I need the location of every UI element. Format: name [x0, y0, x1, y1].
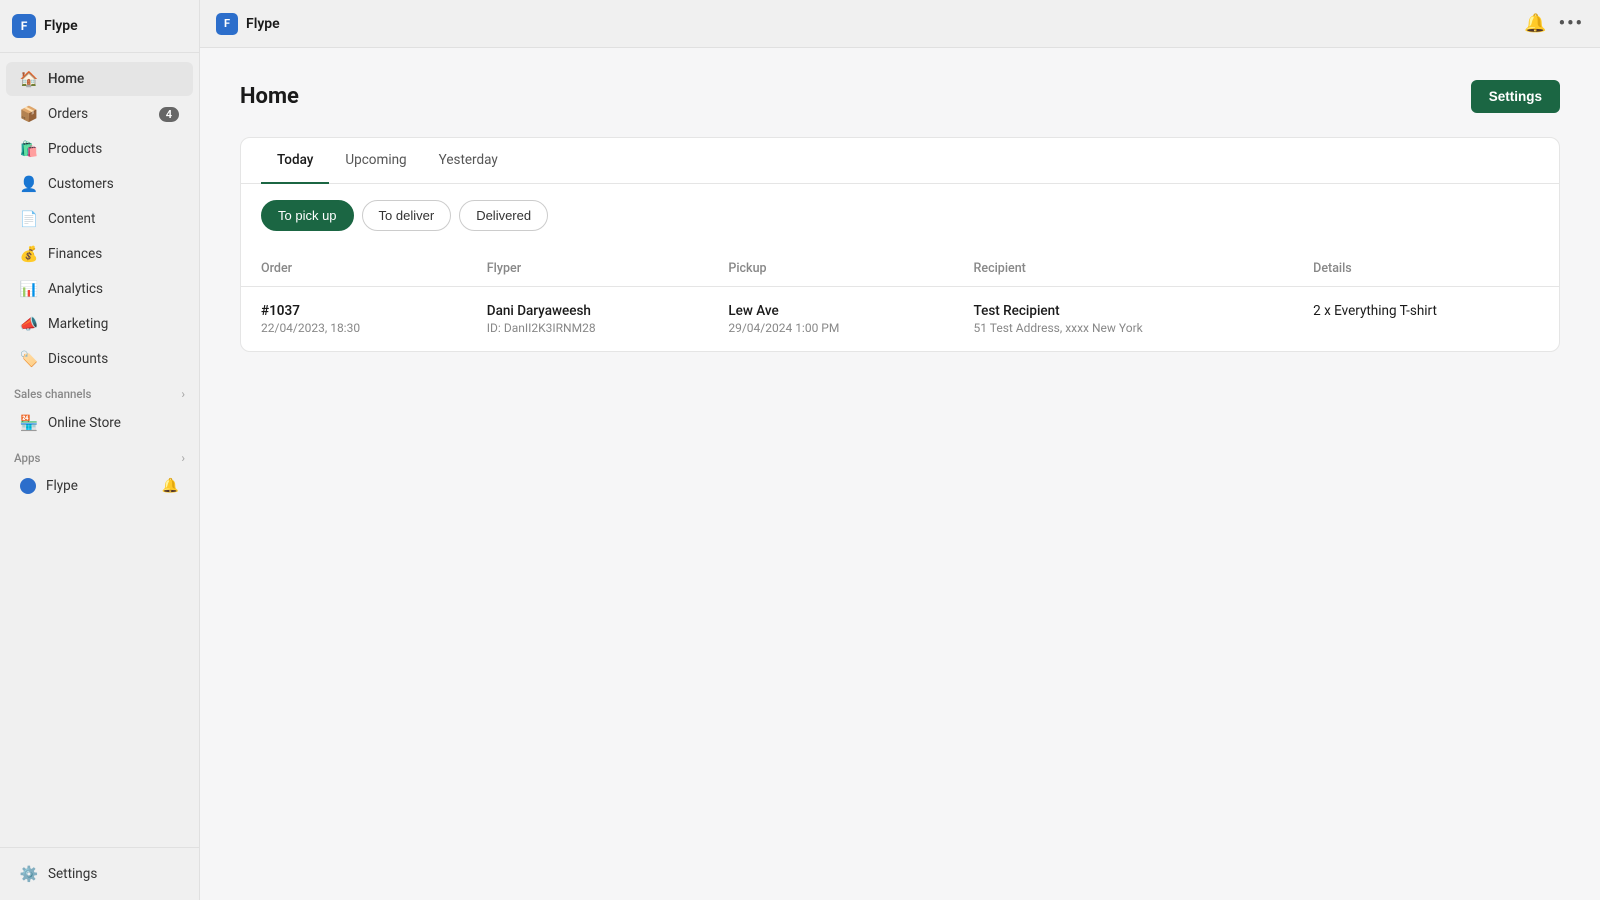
bell-icon[interactable]: 🔔: [1524, 13, 1546, 34]
page-header: Home Settings: [240, 80, 1560, 113]
sidebar-item-label: Home: [48, 71, 84, 87]
pickup-cell: Lew Ave 29/04/2024 1:00 PM: [708, 287, 953, 352]
sidebar-item-online-store[interactable]: 🏪 Online Store: [6, 406, 193, 440]
sidebar-item-label: Online Store: [48, 415, 121, 431]
sidebar-item-label: Discounts: [48, 351, 108, 367]
more-options-icon[interactable]: •••: [1559, 13, 1584, 34]
tab-yesterday[interactable]: Yesterday: [423, 138, 514, 184]
table-row: #1037 22/04/2023, 18:30 Dani Daryaweesh …: [241, 287, 1559, 352]
filter-to-pick-up[interactable]: To pick up: [261, 200, 354, 231]
filter-bar: To pick up To deliverDelivered: [241, 184, 1559, 247]
sidebar-app-icon: F: [12, 14, 36, 38]
sidebar-item-label: Analytics: [48, 281, 103, 297]
topbar: F Flype 🔔 •••: [200, 0, 1600, 48]
col-header-order: Order: [241, 251, 467, 287]
sidebar-item-label: Orders: [48, 106, 88, 122]
sidebar-app-name: Flype: [44, 18, 78, 34]
order-number: #1037: [261, 303, 447, 319]
page-title: Home: [240, 84, 299, 109]
recipient-cell: Test Recipient 51 Test Address, xxxx New…: [954, 287, 1294, 352]
topbar-right: 🔔 •••: [1524, 13, 1584, 34]
apps-section-label: Apps ›: [0, 441, 199, 469]
sidebar-item-flype[interactable]: Flype 🔔: [6, 470, 193, 502]
tab-today[interactable]: Today: [261, 138, 329, 184]
orders-icon: 📦: [20, 105, 38, 123]
sidebar-item-label: Marketing: [48, 316, 108, 332]
topbar-left: F Flype: [216, 13, 280, 35]
main-card: TodayUpcomingYesterday To pick up To deli…: [240, 137, 1560, 352]
sidebar-nav: 🏠 Home 📦 Orders 4 🛍️ Products 👤 Customer…: [0, 53, 199, 847]
topbar-app-name: Flype: [246, 16, 280, 32]
order-cell: #1037 22/04/2023, 18:30: [241, 287, 467, 352]
pickup-location: Lew Ave: [728, 303, 933, 319]
orders-table: OrderFlyperPickupRecipientDetails #1037 …: [241, 251, 1559, 351]
sidebar-item-label: Settings: [48, 866, 97, 882]
chevron-icon: ›: [181, 387, 185, 401]
flype-dot-icon: [20, 478, 36, 494]
sidebar-bottom: ⚙️ Settings: [0, 847, 199, 900]
col-header-recipient: Recipient: [954, 251, 1294, 287]
filter-to-deliver[interactable]: To deliver: [362, 200, 452, 231]
sidebar-item-label: Content: [48, 211, 95, 227]
store-icon: 🏪: [20, 414, 38, 432]
discounts-icon: 🏷️: [20, 350, 38, 368]
finances-icon: 💰: [20, 245, 38, 263]
sidebar-item-marketing[interactable]: 📣 Marketing: [6, 307, 193, 341]
col-header-pickup: Pickup: [708, 251, 953, 287]
sidebar-header: F Flype: [0, 0, 199, 53]
sidebar-item-customers[interactable]: 👤 Customers: [6, 167, 193, 201]
sidebar-item-label: Customers: [48, 176, 114, 192]
sidebar-item-finances[interactable]: 💰 Finances: [6, 237, 193, 271]
analytics-icon: 📊: [20, 280, 38, 298]
bell-icon: 🔔: [162, 478, 179, 494]
col-header-details: Details: [1293, 251, 1559, 287]
home-icon: 🏠: [20, 70, 38, 88]
filter-delivered[interactable]: Delivered: [459, 200, 548, 231]
sidebar-item-content[interactable]: 📄 Content: [6, 202, 193, 236]
flyper-id: ID: DanII2K3IRNM28: [487, 321, 689, 335]
recipient-address: 51 Test Address, xxxx New York: [974, 321, 1274, 335]
flype-logo: F: [216, 13, 238, 35]
flyper-name: Dani Daryaweesh: [487, 303, 689, 319]
sidebar-item-products[interactable]: 🛍️ Products: [6, 132, 193, 166]
chevron-icon: ›: [181, 451, 185, 465]
sidebar-item-label: Finances: [48, 246, 102, 262]
tab-bar: TodayUpcomingYesterday: [241, 138, 1559, 184]
sidebar-item-settings[interactable]: ⚙️ Settings: [6, 857, 193, 891]
main-content: F Flype 🔔 ••• Home Settings TodayUpcomin…: [200, 0, 1600, 900]
settings-icon: ⚙️: [20, 865, 38, 883]
tab-upcoming[interactable]: Upcoming: [329, 138, 422, 184]
sidebar-item-discounts[interactable]: 🏷️ Discounts: [6, 342, 193, 376]
marketing-icon: 📣: [20, 315, 38, 333]
order-date: 22/04/2023, 18:30: [261, 321, 447, 335]
sidebar-item-home[interactable]: 🏠 Home: [6, 62, 193, 96]
products-icon: 🛍️: [20, 140, 38, 158]
page-content: Home Settings TodayUpcomingYesterday To …: [200, 48, 1600, 900]
orders-badge: 4: [159, 107, 179, 122]
sidebar: F Flype 🏠 Home 📦 Orders 4 🛍️ Products 👤 …: [0, 0, 200, 900]
flyper-cell: Dani Daryaweesh ID: DanII2K3IRNM28: [467, 287, 709, 352]
sidebar-item-orders[interactable]: 📦 Orders 4: [6, 97, 193, 131]
customers-icon: 👤: [20, 175, 38, 193]
details-cell: 2 x Everything T-shirt: [1293, 287, 1559, 352]
sales-channels-section-label: Sales channels ›: [0, 377, 199, 405]
sidebar-item-analytics[interactable]: 📊 Analytics: [6, 272, 193, 306]
content-icon: 📄: [20, 210, 38, 228]
sidebar-item-label: Products: [48, 141, 102, 157]
pickup-time: 29/04/2024 1:00 PM: [728, 321, 933, 335]
settings-button[interactable]: Settings: [1471, 80, 1560, 113]
col-header-flyper: Flyper: [467, 251, 709, 287]
recipient-name: Test Recipient: [974, 303, 1274, 319]
sidebar-item-label: Flype: [46, 478, 78, 494]
